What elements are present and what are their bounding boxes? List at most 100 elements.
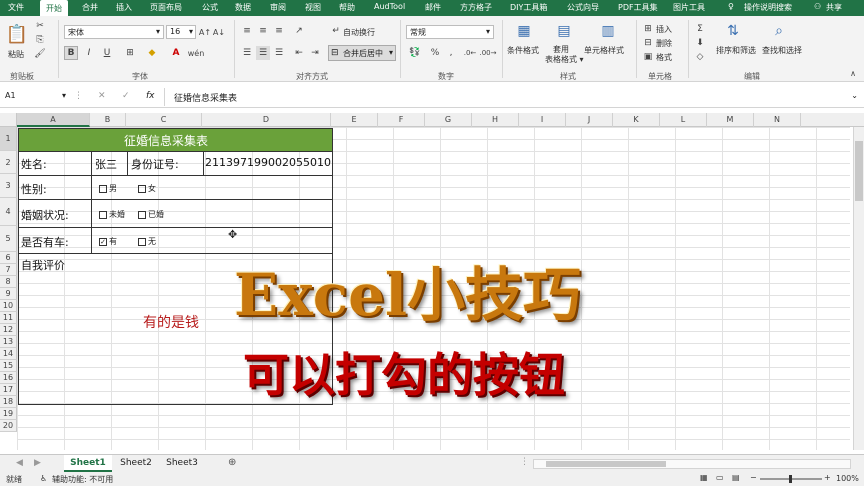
row-header-5[interactable]: 5 [0,226,17,252]
scrollbar-thumb[interactable] [855,141,863,201]
name-value[interactable]: 张三 [95,156,117,172]
row-header-6[interactable]: 6 [0,252,17,264]
tab-pdf[interactable]: PDF工具集 [618,2,658,13]
clear-icon[interactable]: ◇ [694,51,706,63]
fill-icon[interactable]: ⬇ [694,37,706,49]
tab-audtool[interactable]: AudTool [374,2,405,11]
column-header-d[interactable]: D [202,113,331,127]
name-box[interactable]: A1 ▾ [2,90,68,105]
row-header-11[interactable]: 11 [0,312,17,324]
gender-male-checkbox[interactable]: 男 [99,183,117,194]
indent-icon[interactable]: ⇤ [292,46,306,60]
add-sheet-icon[interactable]: ⊕ [228,457,236,468]
row-header-10[interactable]: 10 [0,300,17,312]
married-checkbox[interactable]: 已婚 [138,209,164,220]
copy-icon[interactable]: ⎘ [34,34,46,46]
enter-icon[interactable]: ✓ [122,91,130,101]
scroll-left-icon[interactable]: ◀ [16,458,23,468]
font-name-select[interactable]: 宋体 ▾ [64,25,164,39]
column-header-l[interactable]: L [660,113,707,127]
sheet-tab-sheet3[interactable]: Sheet3 [160,455,204,472]
column-header-a[interactable]: A [17,113,90,127]
car-no-checkbox[interactable]: 无 [138,236,156,247]
sort-filter-button[interactable]: 排序和筛选 [716,45,756,56]
row-header-9[interactable]: 9 [0,288,17,300]
page-layout-view-icon[interactable]: ▭ [716,473,724,482]
comma-style-icon[interactable]: , [444,46,458,60]
cut-icon[interactable]: ✂ [34,20,46,32]
tab-formulas[interactable]: 公式 [202,2,218,13]
row-header-14[interactable]: 14 [0,348,17,360]
accounting-format-icon[interactable]: 💱 [406,46,424,60]
font-size-select[interactable]: 16 ▾ [166,25,196,39]
zoom-out-icon[interactable]: − [750,473,757,482]
column-header-j[interactable]: J [566,113,613,127]
column-header-n[interactable]: N [754,113,801,127]
row-header-1[interactable]: 1 [0,127,17,151]
tab-mail[interactable]: 邮件 [425,2,441,13]
align-middle-icon[interactable]: ≡ [256,24,270,38]
tab-fangfang[interactable]: 方方格子 [460,2,492,13]
column-header-k[interactable]: K [613,113,660,127]
percent-icon[interactable]: % [428,46,442,60]
align-left-icon[interactable]: ☰ [240,46,254,60]
scrollbar-thumb[interactable] [546,461,666,467]
zoom-slider[interactable] [760,475,822,483]
paste-label[interactable]: 粘贴 [8,49,24,60]
tab-formula-wizard[interactable]: 公式向导 [567,2,599,13]
page-break-view-icon[interactable]: ▤ [732,473,740,482]
horizontal-scrollbar[interactable] [533,459,851,469]
self-eval-text[interactable]: 有的是钱 [143,312,199,332]
delete-cells-button[interactable]: 删除 [656,38,672,49]
row-header-4[interactable]: 4 [0,198,17,226]
row-header-2[interactable]: 2 [0,151,17,174]
column-header-m[interactable]: M [707,113,754,127]
row-header-13[interactable]: 13 [0,336,17,348]
phonetic-icon[interactable]: wén [188,46,205,60]
column-header-i[interactable]: I [519,113,566,127]
row-header-12[interactable]: 12 [0,324,17,336]
cancel-icon[interactable]: ✕ [98,91,106,101]
find-select-button[interactable]: 查找和选择 [762,45,802,56]
align-top-icon[interactable]: ≡ [240,24,254,38]
format-painter-icon[interactable]: 🖌 [34,48,46,60]
decrease-font-icon[interactable]: A↓ [212,25,226,39]
autosum-icon[interactable]: Σ [694,23,706,35]
wrap-text-button[interactable]: 自动换行 [343,27,375,38]
accessibility-status[interactable]: 辅助功能: 不可用 [52,474,113,485]
sheet-tab-sheet1[interactable]: Sheet1 [64,455,112,472]
tab-view[interactable]: 视图 [305,2,321,13]
zoom-in-icon[interactable]: + [824,473,831,482]
tab-help[interactable]: 帮助 [339,2,355,13]
bold-button[interactable]: B [64,46,78,60]
expand-formula-icon[interactable]: ⌄ [851,91,858,100]
italic-button[interactable]: I [82,46,96,60]
orientation-icon[interactable]: ↗ [292,24,306,38]
row-header-19[interactable]: 19 [0,408,17,420]
column-header-e[interactable]: E [331,113,378,127]
gender-female-checkbox[interactable]: 女 [138,183,156,194]
row-header-16[interactable]: 16 [0,372,17,384]
id-value[interactable]: 211397199002055010 [205,156,331,169]
paste-icon[interactable]: 📋 [6,22,28,46]
tab-insert[interactable]: 插入 [116,2,132,13]
align-right-icon[interactable]: ☰ [272,46,286,60]
sheet-tab-sheet2[interactable]: Sheet2 [114,455,158,472]
column-header-c[interactable]: C [126,113,202,127]
formula-input[interactable]: 征婚信息采集表 [174,91,237,104]
row-header-17[interactable]: 17 [0,384,17,396]
align-center-icon[interactable]: ☰ [256,46,270,60]
align-bottom-icon[interactable]: ≡ [272,24,286,38]
tab-review[interactable]: 审阅 [270,2,286,13]
tab-home[interactable]: 开始 [40,0,68,16]
column-header-f[interactable]: F [378,113,425,127]
increase-font-icon[interactable]: A↑ [198,25,212,39]
row-header-18[interactable]: 18 [0,396,17,408]
row-header-8[interactable]: 8 [0,276,17,288]
unmarried-checkbox[interactable]: 未婚 [99,209,125,220]
vertical-scrollbar[interactable] [853,127,864,450]
zoom-slider-thumb[interactable] [789,475,792,483]
row-header-15[interactable]: 15 [0,360,17,372]
collapse-ribbon-icon[interactable]: ∧ [848,68,858,78]
column-header-g[interactable]: G [425,113,472,127]
